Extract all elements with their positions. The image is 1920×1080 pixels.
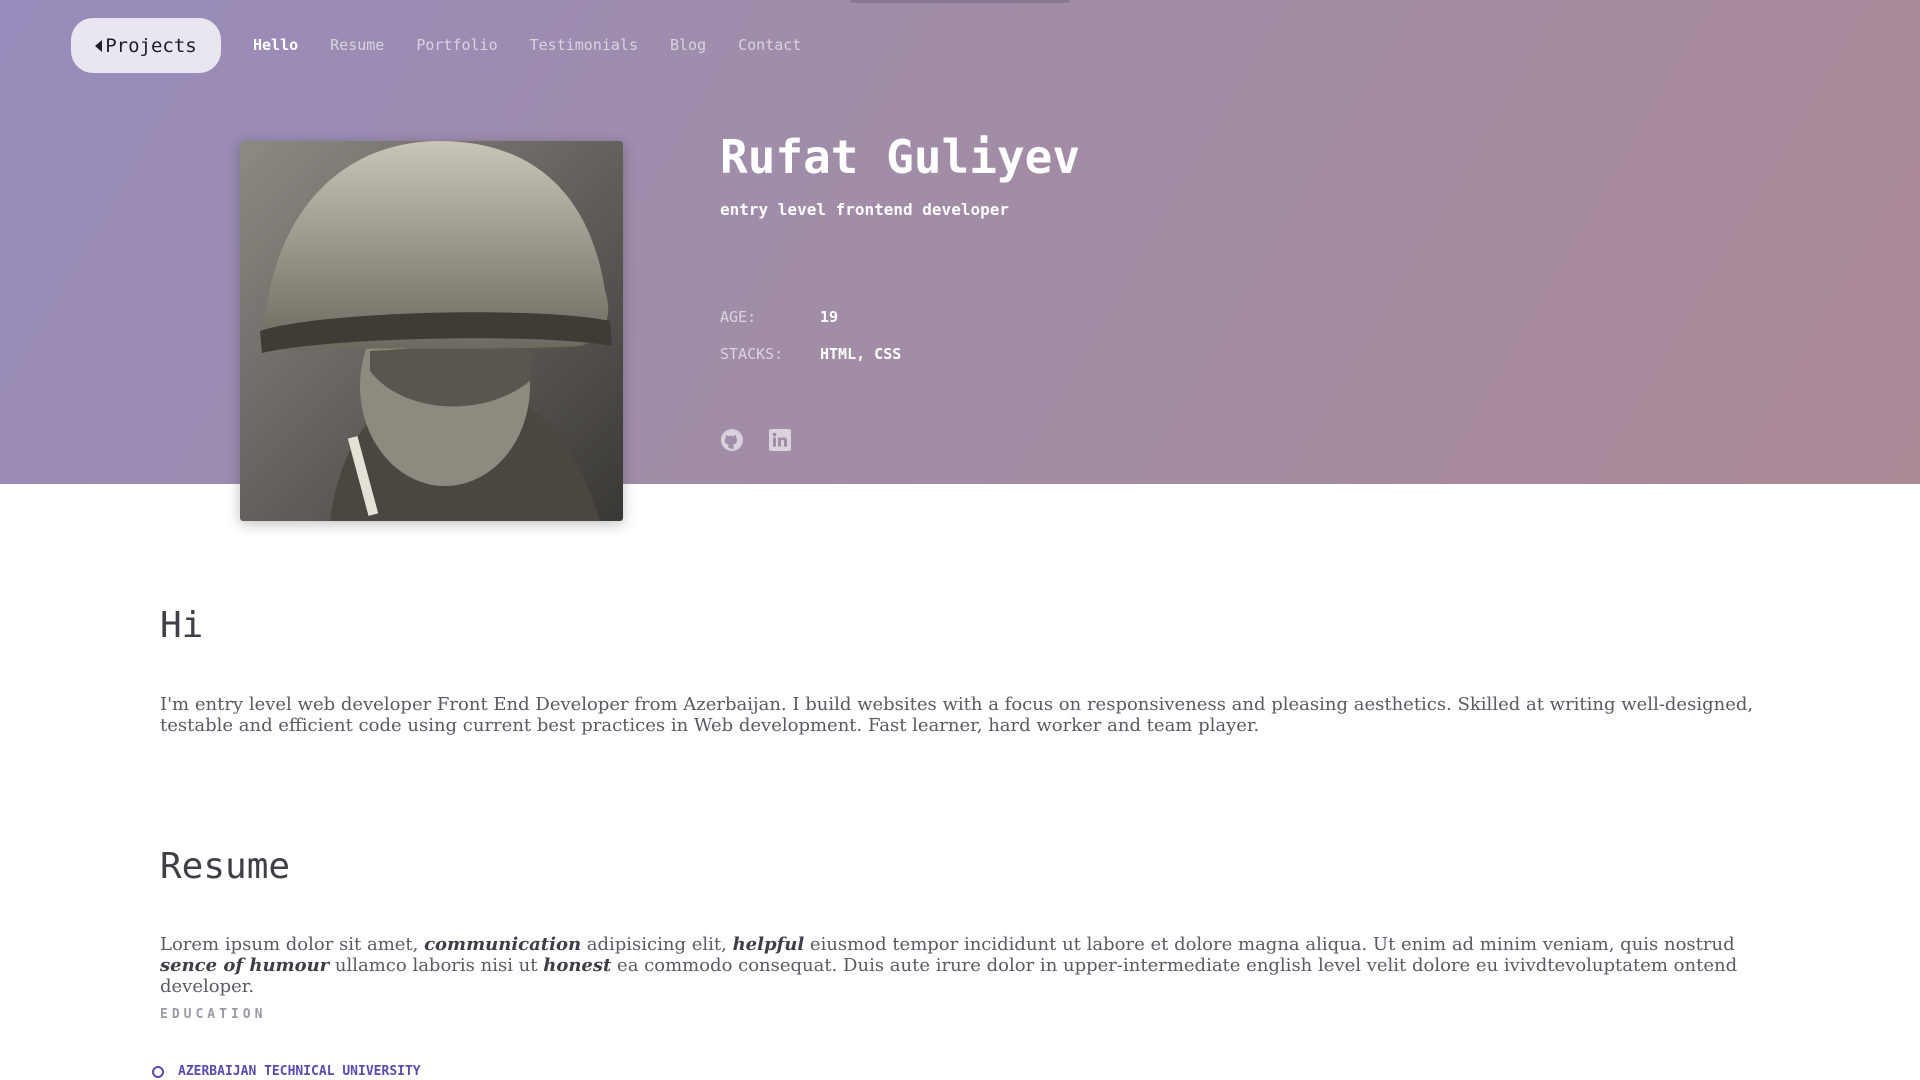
age-label: AGE: (720, 308, 757, 326)
caret-left-icon (95, 39, 103, 52)
top-divider (850, 0, 1070, 3)
education-heading: EDUCATION (160, 1007, 267, 1022)
profile-name: Rufat Guliyev (720, 130, 1081, 184)
resume-highlight-2: helpful (732, 934, 805, 955)
education-item: AZERBAIJAN TECHNICAL UNIVERSITY (152, 1064, 421, 1079)
nav-item-testimonials[interactable]: Testimonials (530, 36, 638, 54)
nav-item-blog[interactable]: Blog (670, 36, 706, 54)
resume-paragraph: Lorem ipsum dolor sit amet, communicatio… (160, 934, 1760, 997)
projects-button-label: Projects (105, 34, 197, 57)
resume-text-3: eiusmod tempor incididunt ut labore et d… (804, 934, 1735, 955)
nav-item-hello[interactable]: Hello (253, 36, 298, 54)
stacks-label: STACKS: (720, 345, 784, 363)
profile-photo (240, 141, 623, 521)
resume-text-4: ullamco laboris nisi ut (329, 955, 544, 976)
linkedin-icon[interactable] (768, 428, 792, 452)
social-links (720, 428, 792, 452)
nav-item-portfolio[interactable]: Portfolio (416, 36, 497, 54)
resume-highlight-3: sence of humour (160, 955, 330, 976)
github-icon[interactable] (720, 428, 744, 452)
hi-paragraph: I'm entry level web developer Front End … (160, 694, 1754, 736)
age-value: 19 (820, 308, 839, 326)
info-age: AGE: 19 (720, 308, 838, 326)
timeline-circle-icon (152, 1065, 164, 1078)
main-nav: Hello Resume Portfolio Testimonials Blog… (253, 36, 833, 54)
projects-button[interactable]: Projects (71, 18, 221, 73)
profile-role: entry level frontend developer (720, 200, 1009, 219)
resume-text-2: adipisicing elit, (581, 934, 733, 955)
nav-item-contact[interactable]: Contact (738, 36, 801, 54)
resume-highlight-4: honest (543, 955, 612, 976)
resume-text-1: Lorem ipsum dolor sit amet, (160, 934, 425, 955)
resume-highlight-1: communication (424, 934, 582, 955)
hi-heading: Hi (160, 605, 204, 646)
resume-heading: Resume (160, 846, 291, 887)
education-school: AZERBAIJAN TECHNICAL UNIVERSITY (178, 1064, 421, 1079)
nav-item-resume[interactable]: Resume (330, 36, 384, 54)
stacks-value: HTML, CSS (820, 345, 902, 363)
info-stacks: STACKS: HTML, CSS (720, 345, 901, 363)
